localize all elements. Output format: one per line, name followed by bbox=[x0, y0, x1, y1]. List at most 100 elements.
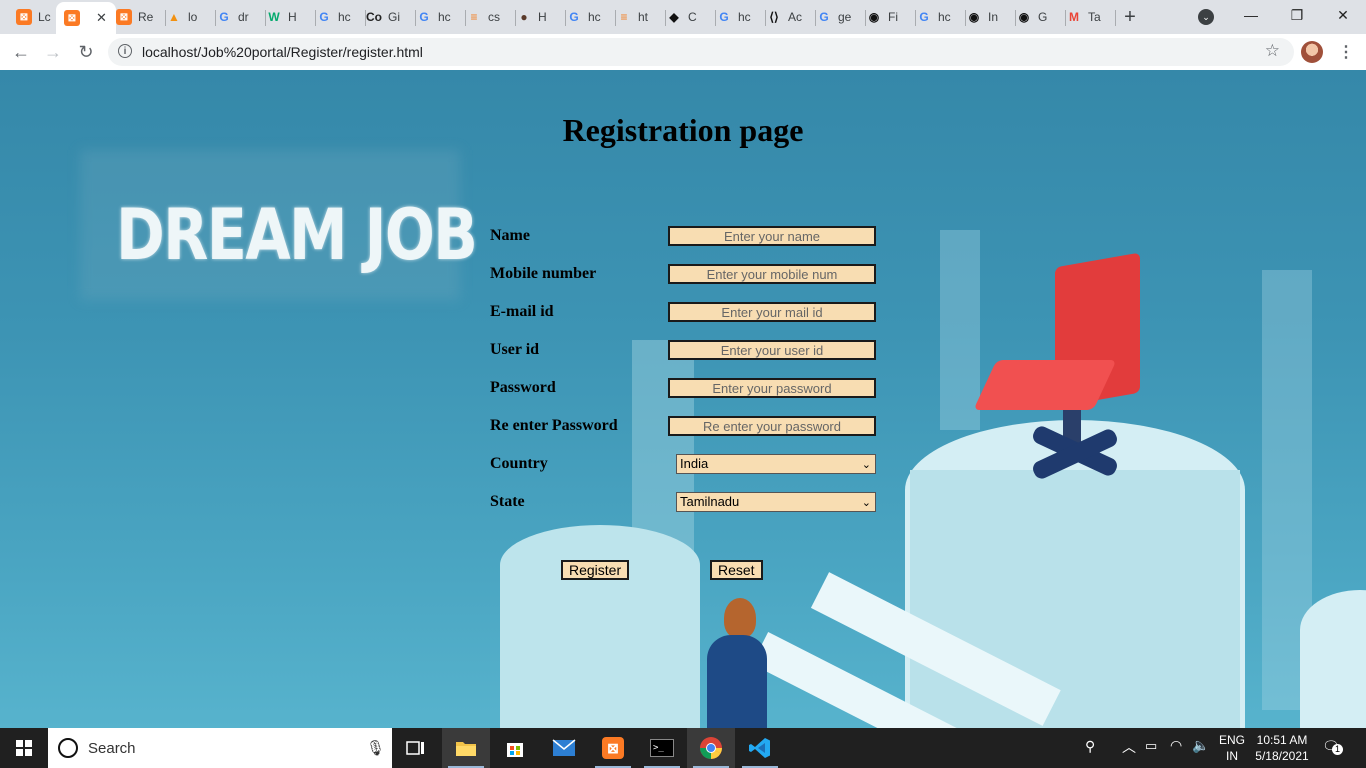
url-text[interactable]: localhost/Job%20portal/Register/register… bbox=[142, 44, 423, 60]
browser-tab-label: ht bbox=[638, 10, 649, 24]
cortana-icon bbox=[58, 738, 78, 758]
browser-tab-label: Lc bbox=[38, 10, 51, 24]
google-icon: G bbox=[569, 10, 579, 24]
browser-tab-label: H bbox=[538, 10, 547, 24]
state-label: State bbox=[490, 493, 525, 510]
browser-tab-label: G bbox=[1038, 10, 1048, 24]
browser-menu-icon[interactable]: ⋮ bbox=[1338, 42, 1354, 62]
name-label: Name bbox=[490, 227, 530, 244]
browser-tab-label: hc bbox=[438, 10, 451, 24]
google-icon: G bbox=[319, 10, 329, 24]
windows-taskbar: Search 🎙 ⊠ >_ ⚲ ︿ ▭ ◠ 🔈 ENG IN 10:51 AM … bbox=[0, 728, 1366, 768]
battery-icon[interactable]: ▭ bbox=[1145, 738, 1157, 754]
clock[interactable]: 10:51 AM 5/18/2021 bbox=[1255, 733, 1309, 763]
register-button[interactable]: Register bbox=[561, 560, 630, 580]
mobile-input[interactable] bbox=[668, 264, 876, 284]
email-input[interactable] bbox=[668, 302, 876, 322]
google-icon: G bbox=[219, 10, 229, 24]
volume-icon[interactable]: 🔈 bbox=[1192, 737, 1209, 754]
forward-icon[interactable]: → bbox=[41, 40, 65, 64]
browser-tab[interactable]: M Ta bbox=[1058, 4, 1116, 30]
browser-tab-label: hc bbox=[938, 10, 951, 24]
devto-icon: ⟨⟩ bbox=[769, 10, 779, 24]
file-explorer-icon[interactable] bbox=[442, 728, 490, 768]
password-input[interactable] bbox=[668, 378, 876, 398]
password-label: Password bbox=[490, 379, 556, 396]
country-label: Country bbox=[490, 455, 548, 472]
task-view-icon[interactable] bbox=[392, 728, 440, 768]
wifi-icon[interactable]: ◠ bbox=[1170, 737, 1182, 754]
address-bar[interactable]: i localhost/Job%20portal/Register/regist… bbox=[108, 38, 1294, 66]
state-select[interactable]: Tamilnadu ⌄ bbox=[676, 492, 876, 512]
language-region: IN bbox=[1226, 749, 1238, 763]
close-tab-icon[interactable]: ✕ bbox=[96, 10, 107, 26]
taskbar-search-text: Search bbox=[88, 740, 136, 757]
bookmark-star-icon[interactable]: ☆ bbox=[1265, 41, 1280, 61]
github-icon: ◉ bbox=[1018, 10, 1030, 24]
back-icon[interactable]: ← bbox=[9, 40, 33, 64]
taskbar-search-box[interactable]: Search 🎙 bbox=[48, 728, 392, 768]
browser-tab-label: hc bbox=[338, 10, 351, 24]
minimize-icon[interactable]: — bbox=[1228, 0, 1274, 32]
chrome-icon[interactable] bbox=[687, 728, 735, 768]
codepen-icon: ◆ bbox=[669, 10, 679, 24]
mobile-label: Mobile number bbox=[490, 265, 597, 282]
browser-tab-label: H bbox=[288, 10, 297, 24]
new-tab-button[interactable]: + bbox=[1118, 5, 1142, 29]
browser-tab-label: Ac bbox=[788, 10, 803, 24]
codegrepper-icon: Co bbox=[366, 10, 382, 24]
show-hidden-icons-icon[interactable]: ︿ bbox=[1122, 737, 1136, 757]
reload-icon[interactable]: ↻ bbox=[74, 40, 98, 64]
microphone-icon[interactable]: 🎙 bbox=[366, 739, 385, 757]
terminal-icon[interactable]: >_ bbox=[638, 728, 686, 768]
windows-start-icon[interactable] bbox=[0, 728, 48, 768]
browser-tab-label: hc bbox=[738, 10, 751, 24]
country-value: India bbox=[680, 456, 709, 471]
chevron-down-icon: ⌄ bbox=[861, 497, 871, 509]
phpmyadmin-icon: ▲ bbox=[168, 10, 180, 24]
name-input[interactable] bbox=[668, 226, 876, 246]
site-info-icon[interactable]: i bbox=[118, 44, 132, 58]
notifications-icon[interactable]: 🗨 1 bbox=[1322, 738, 1343, 755]
user-id-input[interactable] bbox=[668, 340, 876, 360]
restore-icon[interactable]: ❐ bbox=[1274, 0, 1320, 32]
tab-separator bbox=[1115, 10, 1116, 26]
tab-search-icon[interactable]: ⌄ bbox=[1198, 9, 1214, 25]
reenter-password-input[interactable] bbox=[668, 416, 876, 436]
browser-tab-label: Fi bbox=[888, 10, 898, 24]
github-icon: ◉ bbox=[868, 10, 880, 24]
xampp-taskbar-icon[interactable]: ⊠ bbox=[589, 728, 637, 768]
people-icon[interactable]: ⚲ bbox=[1085, 738, 1095, 755]
google-icon: G bbox=[919, 10, 929, 24]
dream-job-logo: DREAM JOB bbox=[116, 194, 478, 276]
browser-tab-label: C bbox=[688, 10, 697, 24]
google-icon: G bbox=[719, 10, 729, 24]
mail-icon[interactable] bbox=[540, 728, 588, 768]
vscode-icon[interactable] bbox=[736, 728, 784, 768]
xampp-icon: ⊠ bbox=[64, 10, 80, 26]
gmail-icon: M bbox=[1069, 10, 1079, 24]
email-label: E-mail id bbox=[490, 303, 554, 320]
reset-button[interactable]: Reset bbox=[710, 560, 763, 580]
browser-toolbar: ← → ↻ i localhost/Job%20portal/Register/… bbox=[0, 34, 1366, 71]
profile-avatar[interactable] bbox=[1301, 41, 1323, 63]
stackoverflow-icon: ≡ bbox=[620, 10, 628, 24]
browser-tab-label: cs bbox=[488, 10, 500, 24]
browser-tab-label: Re bbox=[138, 10, 154, 24]
state-value: Tamilnadu bbox=[680, 494, 740, 509]
language-indicator[interactable]: ENG IN bbox=[1219, 733, 1245, 763]
avatar-icon: ● bbox=[520, 10, 528, 24]
github-icon: ◉ bbox=[968, 10, 980, 24]
clock-date: 5/18/2021 bbox=[1255, 749, 1309, 763]
clock-time: 10:51 AM bbox=[1256, 733, 1308, 747]
xampp-icon: ⊠ bbox=[116, 9, 132, 25]
country-select[interactable]: India ⌄ bbox=[676, 454, 876, 474]
browser-tab[interactable]: ⊠ ✕ bbox=[56, 2, 116, 34]
browser-tab-label: hc bbox=[588, 10, 601, 24]
chevron-down-icon: ⌄ bbox=[861, 459, 871, 471]
reenter-password-label: Re enter Password bbox=[490, 417, 618, 434]
close-window-icon[interactable]: ✕ bbox=[1320, 0, 1366, 32]
user-id-label: User id bbox=[490, 341, 540, 358]
microsoft-store-icon[interactable] bbox=[491, 728, 539, 768]
page-title: Registration page bbox=[562, 112, 804, 148]
